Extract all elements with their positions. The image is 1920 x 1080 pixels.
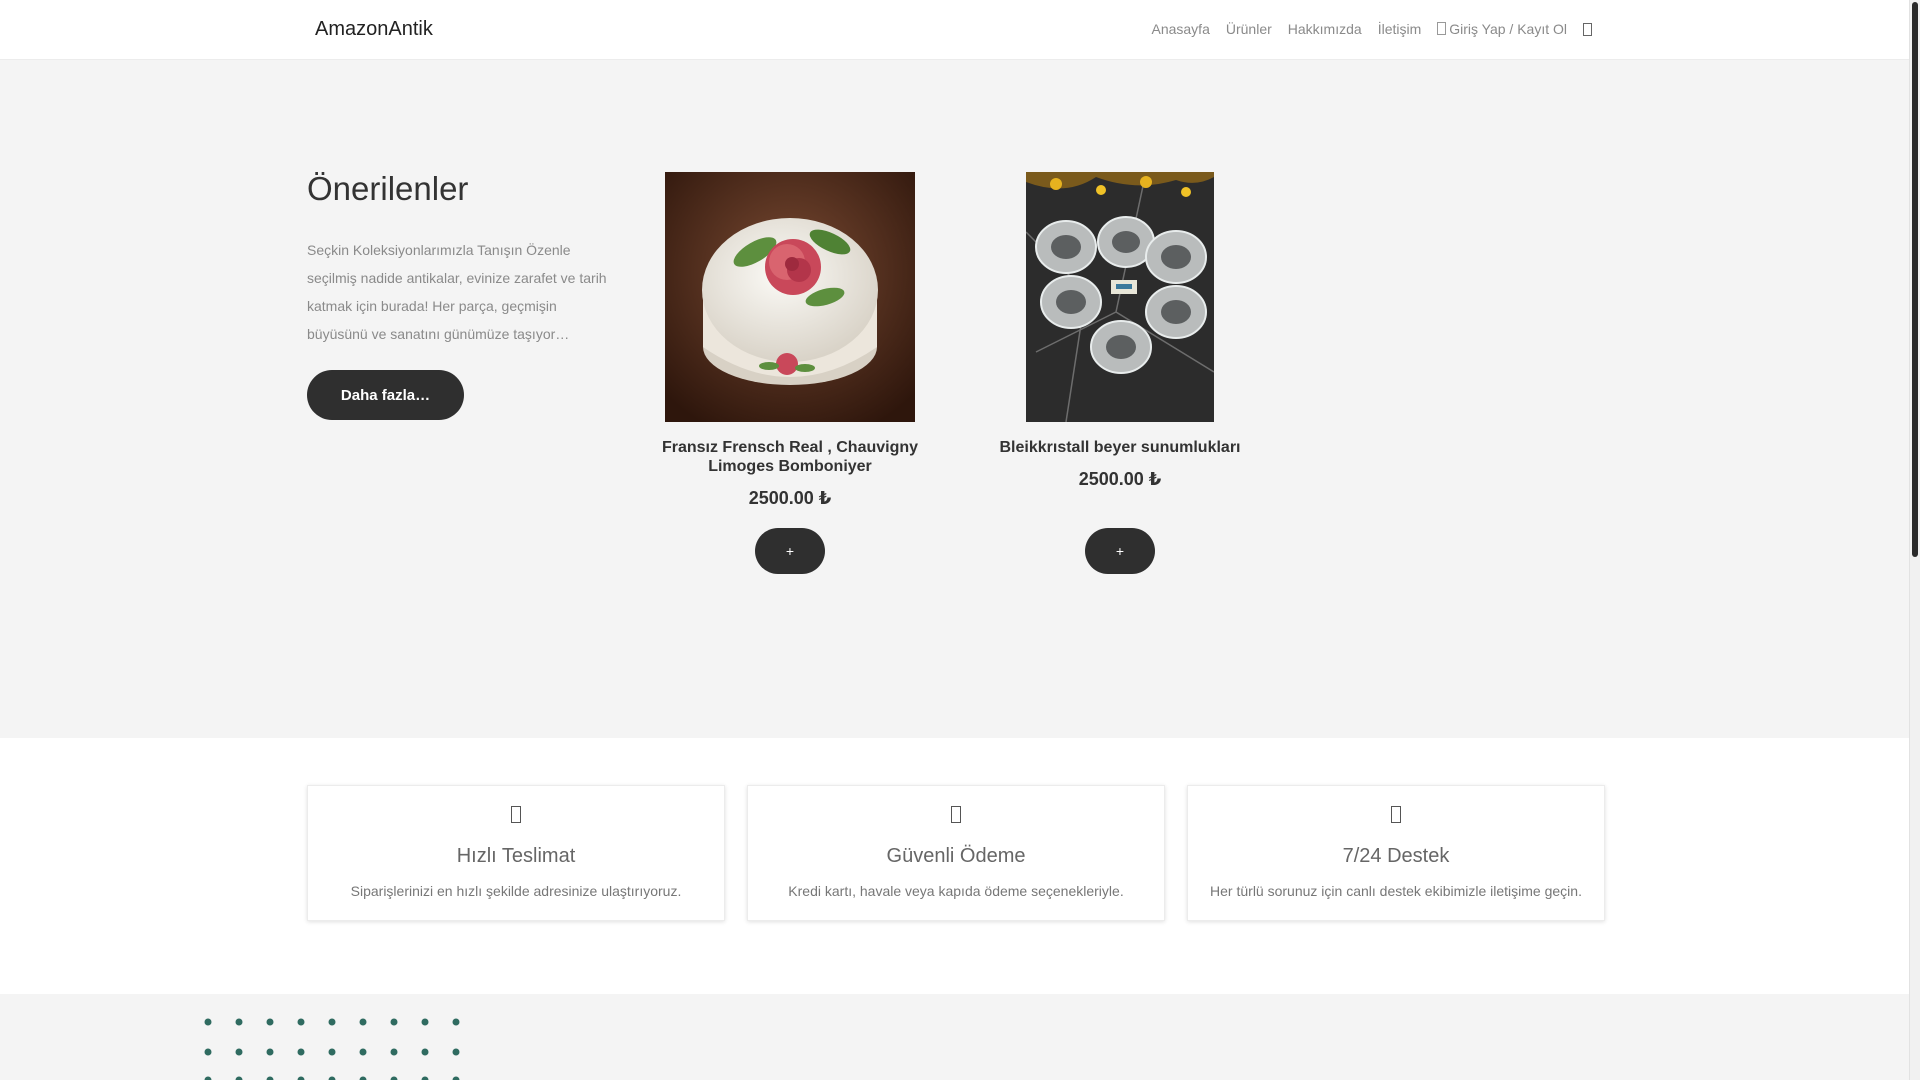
brand-logo[interactable]: AmazonAntik (315, 18, 433, 41)
section-description: Seçkin Koleksiyonlarımızla Tanışın Özenl… (307, 242, 607, 342)
feature-card-payment: Güvenli Ödeme Kredi kartı, havale veya k… (747, 785, 1165, 921)
more-button[interactable]: Daha fazla… (307, 370, 464, 420)
section-title: Önerilenler (307, 170, 469, 207)
product-name[interactable]: Bleikkrıstall beyer sunumlukları (970, 438, 1270, 457)
features-section: Hızlı Teslimat Siparişlerinizi en hızlı … (0, 738, 1910, 994)
feature-card-support: 7/24 Destek Her türlü sorunuz için canlı… (1187, 785, 1605, 921)
add-to-cart-button[interactable]: + (1085, 528, 1155, 574)
feature-card-delivery: Hızlı Teslimat Siparişlerinizi en hızlı … (307, 785, 725, 921)
feature-title: 7/24 Destek (1342, 845, 1450, 867)
product-price: 2500.00 ₺ (1078, 469, 1162, 489)
product-image-bomboniyer[interactable] (665, 172, 915, 422)
feature-title: Güvenli Ödeme (886, 845, 1026, 867)
nav-home[interactable]: Anasayfa (1151, 21, 1209, 37)
login-label: Giriş Yap / Kayıt Ol (1449, 21, 1567, 37)
headset-icon (1391, 806, 1401, 823)
product-image-crystal[interactable] (1026, 172, 1214, 422)
feature-text: Kredi kartı, havale veya kapıda ödeme se… (788, 883, 1124, 899)
nav-about[interactable]: Hakkımızda (1288, 21, 1362, 37)
scrollbar-thumb[interactable] (1912, 2, 1918, 557)
feature-text: Her türlü sorunuz için canlı destek ekib… (1210, 883, 1582, 899)
cart-icon[interactable] (1583, 22, 1592, 36)
product-price: 2500.00 ₺ (748, 488, 832, 508)
lock-icon (951, 806, 961, 823)
product-name[interactable]: Fransız Frensch Real , Chauvigny Limoges… (640, 438, 940, 476)
add-to-cart-button[interactable]: + (755, 528, 825, 574)
feature-title: Hızlı Teslimat (456, 845, 576, 867)
feature-text: Siparişlerinizi en hızlı şekilde adresin… (350, 883, 682, 899)
user-icon (1437, 22, 1447, 35)
nav-contact[interactable]: İletişim (1378, 21, 1422, 37)
main-nav: Anasayfa Ürünler Hakkımızda İletişim Gir… (1151, 21, 1592, 37)
navbar: AmazonAntik Anasayfa Ürünler Hakkımızda … (0, 0, 1910, 60)
nav-products[interactable]: Ürünler (1226, 21, 1272, 37)
truck-icon (511, 806, 521, 823)
page-scrollbar[interactable] (1909, 0, 1920, 1080)
login-link[interactable]: Giriş Yap / Kayıt Ol (1437, 21, 1567, 37)
dot-pattern (204, 1018, 460, 1080)
